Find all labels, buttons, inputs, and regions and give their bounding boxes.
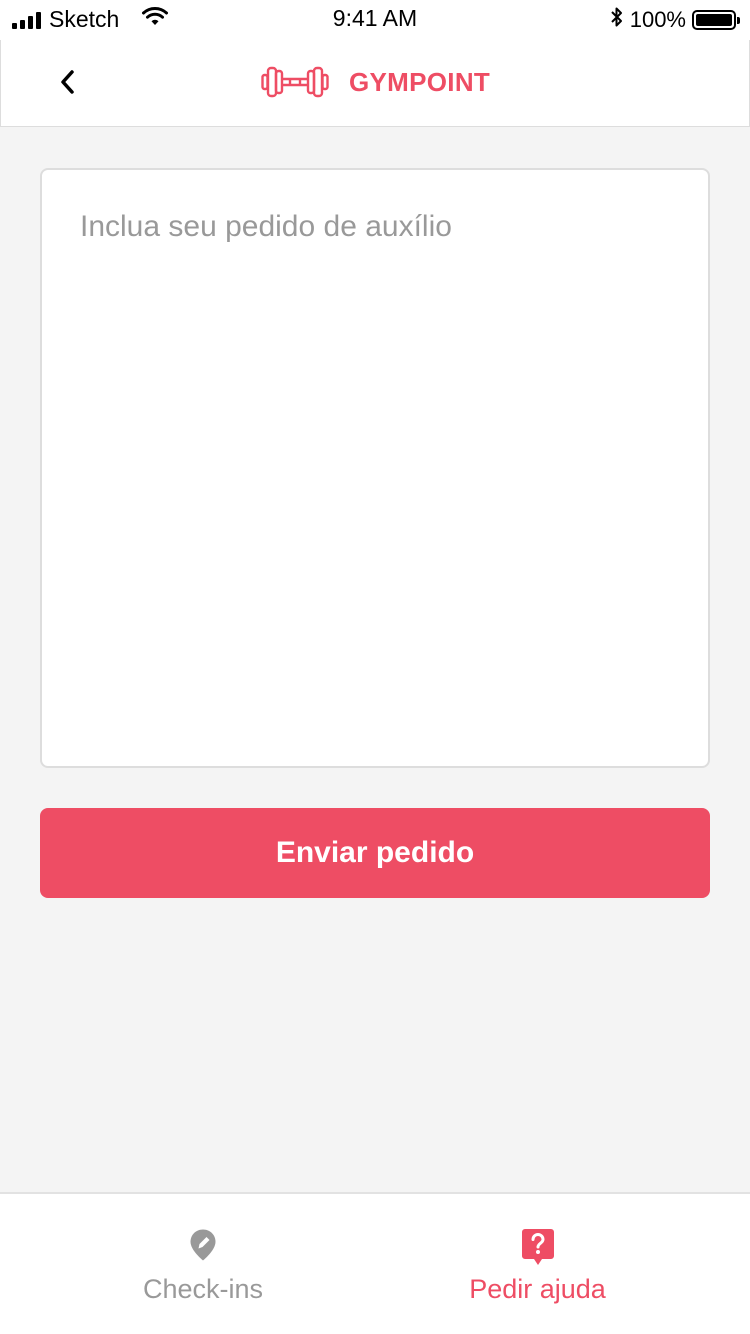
dumbbell-logo-icon (261, 66, 329, 98)
status-bar: Sketch 9:41 AM 100% (0, 0, 750, 40)
help-request-box (40, 168, 710, 768)
send-request-button[interactable]: Enviar pedido (40, 808, 710, 898)
app-header: GYMPOINT (0, 40, 750, 127)
tab-help[interactable]: Pedir ajuda (350, 1194, 725, 1334)
help-bubble-icon (521, 1228, 555, 1271)
tab-check-ins-label: Check-ins (142, 1274, 264, 1304)
brand-name: GYMPOINT (349, 66, 491, 97)
map-marker-icon (189, 1228, 217, 1267)
battery-icon (692, 10, 740, 30)
back-button[interactable] (45, 60, 89, 104)
help-request-screen: Sketch 9:41 AM 100% GYMPOINT Inclua seu … (0, 0, 750, 1334)
help-request-input[interactable] (42, 170, 708, 766)
back-chevron-icon (61, 70, 74, 94)
tab-bar: Check-ins Pedir ajuda (0, 1192, 750, 1334)
status-right: 100% (610, 6, 740, 34)
bluetooth-icon (610, 6, 624, 34)
tab-check-ins[interactable]: Check-ins (28, 1194, 378, 1334)
tab-help-label: Pedir ajuda (469, 1274, 606, 1304)
brand-logo: GYMPOINT (261, 64, 490, 100)
battery-percent: 100% (629, 7, 686, 32)
